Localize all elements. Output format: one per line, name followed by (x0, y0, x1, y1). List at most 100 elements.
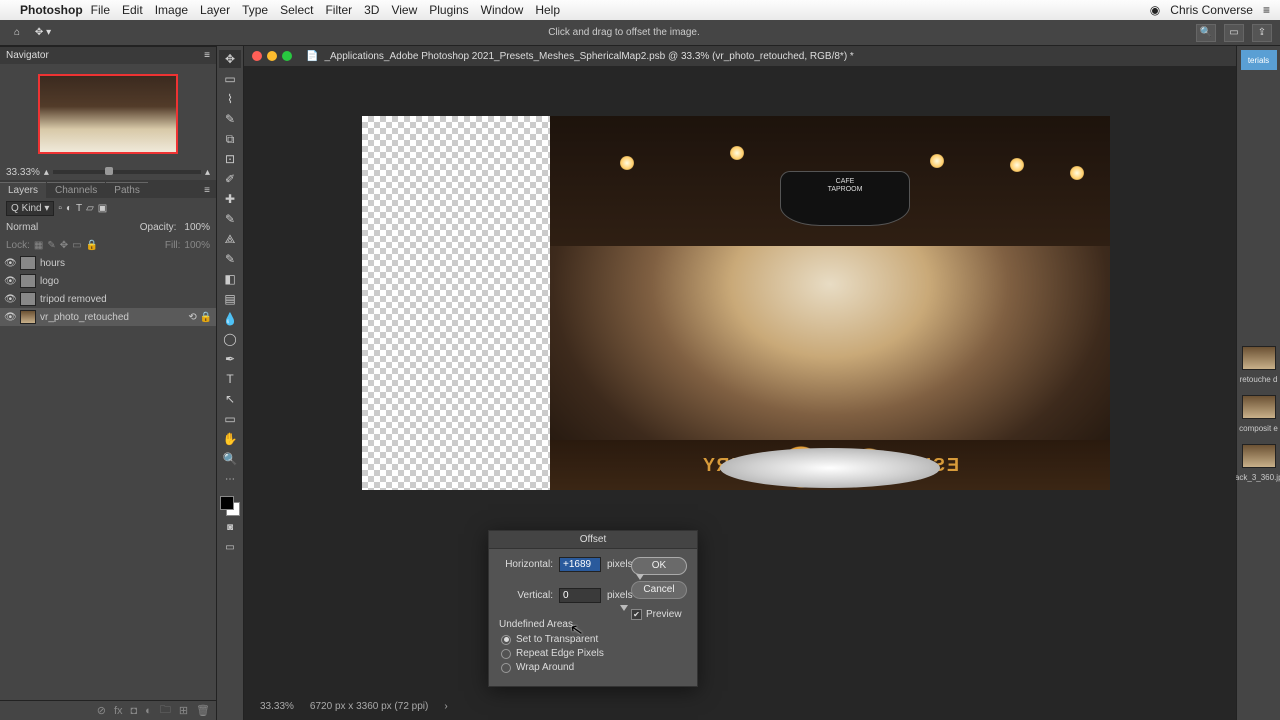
gradient-tool-icon[interactable]: ▤ (219, 290, 241, 308)
blur-tool-icon[interactable]: 💧 (219, 310, 241, 328)
eraser-tool-icon[interactable]: ◧ (219, 270, 241, 288)
vertical-input[interactable] (559, 588, 601, 603)
layer-thumbnail[interactable] (20, 292, 36, 306)
radio-set-transparent[interactable]: Set to Transparent (499, 634, 687, 645)
link-layers-icon[interactable]: ⊘ (97, 704, 106, 717)
tab-layers[interactable]: Layers (0, 182, 46, 198)
layer-name[interactable]: vr_photo_retouched (40, 312, 129, 323)
materials-tab[interactable]: terials (1241, 50, 1277, 70)
dialog-title[interactable]: Offset (489, 531, 697, 549)
layer-filter-kind[interactable]: Q Kind ▾ (6, 201, 54, 216)
layer-thumbnail[interactable] (20, 256, 36, 270)
group-icon[interactable]: 🗀 (160, 701, 171, 720)
dodge-tool-icon[interactable]: ◯ (219, 330, 241, 348)
lock-pos-icon[interactable]: ✥ (60, 240, 68, 251)
mask-icon[interactable]: ◘ (131, 705, 138, 717)
screenmode-icon[interactable]: ▭ (219, 538, 241, 556)
asset-thumbnail[interactable] (1242, 346, 1276, 370)
lasso-tool-icon[interactable]: ⌇ (219, 90, 241, 108)
radio-wrap-around[interactable]: Wrap Around (499, 662, 687, 673)
tab-paths[interactable]: Paths (106, 182, 148, 198)
navigator-zoom[interactable]: 33.33% (6, 167, 40, 178)
stamp-tool-icon[interactable]: ⟁ (219, 230, 241, 248)
maximize-window-icon[interactable] (282, 51, 292, 61)
edit-toolbar-icon[interactable]: ⋯ (219, 470, 241, 488)
radio-icon[interactable] (501, 663, 511, 673)
canvas-content[interactable]: CAFE TAPROOM WERY ESUOH EEFFOC (362, 116, 1110, 490)
horizontal-slider[interactable] (559, 576, 687, 582)
navigator-thumbnail[interactable] (38, 74, 178, 154)
lock-trans-icon[interactable]: ▦ (34, 240, 43, 251)
workspace-icon[interactable]: ▭ (1224, 24, 1244, 42)
layer-row[interactable]: 👁 hours (0, 254, 216, 272)
filter-type-icon[interactable]: T (76, 203, 82, 214)
quick-select-tool-icon[interactable]: ✎ (219, 110, 241, 128)
new-layer-icon[interactable]: ⊞ (179, 704, 188, 717)
color-swatch[interactable] (220, 496, 240, 516)
app-name[interactable]: Photoshop (20, 3, 83, 17)
visibility-icon[interactable]: 👁 (4, 276, 16, 287)
quickmask-icon[interactable]: ◙ (219, 518, 241, 536)
menu-edit[interactable]: Edit (122, 3, 143, 17)
radio-repeat-edge[interactable]: Repeat Edge Pixels (499, 648, 687, 659)
tab-channels[interactable]: Channels (47, 182, 105, 198)
zoom-tool-icon[interactable]: 🔍 (219, 450, 241, 468)
vertical-slider[interactable] (559, 607, 687, 613)
radio-icon[interactable] (501, 635, 511, 645)
crop-tool-icon[interactable]: ⧉ (219, 130, 241, 148)
status-arrow-icon[interactable]: › (444, 701, 447, 712)
asset-thumbnail[interactable] (1242, 395, 1276, 419)
pen-tool-icon[interactable]: ✒ (219, 350, 241, 368)
layer-row[interactable]: 👁 logo (0, 272, 216, 290)
filter-smart-icon[interactable]: ▣ (98, 203, 107, 214)
home-icon[interactable]: ⌂ (8, 27, 26, 38)
ok-button[interactable]: OK (631, 557, 687, 575)
search-icon[interactable]: 🔍 (1196, 24, 1216, 42)
close-window-icon[interactable] (252, 51, 262, 61)
horizontal-input[interactable] (559, 557, 601, 572)
navigator-body[interactable] (0, 64, 216, 164)
panel-menu-icon[interactable]: ≡ (204, 50, 210, 61)
healing-tool-icon[interactable]: ✚ (219, 190, 241, 208)
fill-value[interactable]: 100% (184, 240, 210, 251)
delete-icon[interactable]: 🗑 (196, 704, 210, 717)
visibility-icon[interactable]: 👁 (4, 294, 16, 305)
cc-icon[interactable]: ◉ (1150, 3, 1160, 17)
menu-plugins[interactable]: Plugins (429, 3, 468, 17)
menu-layer[interactable]: Layer (200, 3, 230, 17)
frame-tool-icon[interactable]: ⊡ (219, 150, 241, 168)
move-tool-icon[interactable]: ✥ ▾ (34, 27, 52, 38)
cancel-button[interactable]: Cancel (631, 581, 687, 599)
layer-thumbnail[interactable] (20, 310, 36, 324)
filter-pixel-icon[interactable]: ▫ (58, 203, 62, 214)
layer-row[interactable]: 👁 tripod removed (0, 290, 216, 308)
menu-extra-icon[interactable]: ≡ (1263, 3, 1270, 17)
share-icon[interactable]: ⇪ (1252, 24, 1272, 42)
blend-mode-select[interactable]: Normal (6, 222, 38, 233)
path-select-icon[interactable]: ↖ (219, 390, 241, 408)
layer-name[interactable]: logo (40, 276, 59, 287)
layer-name[interactable]: hours (40, 258, 65, 269)
fx-icon[interactable]: fx (114, 705, 123, 717)
menu-view[interactable]: View (391, 3, 417, 17)
user-name[interactable]: Chris Converse (1170, 3, 1253, 17)
visibility-icon[interactable]: 👁 (4, 312, 16, 323)
menu-window[interactable]: Window (481, 3, 524, 17)
lock-all-icon[interactable]: 🔒 (86, 240, 98, 251)
link-icon[interactable]: ⟲ 🔒 (188, 312, 212, 323)
radio-icon[interactable] (501, 649, 511, 659)
panel-menu-icon[interactable]: ≡ (198, 183, 216, 198)
filter-adjust-icon[interactable]: ◐ (66, 203, 72, 214)
menu-file[interactable]: File (91, 3, 110, 17)
lock-paint-icon[interactable]: ✎ (47, 240, 55, 251)
minimize-window-icon[interactable] (267, 51, 277, 61)
filter-shape-icon[interactable]: ▱ (86, 203, 94, 214)
menu-filter[interactable]: Filter (325, 3, 352, 17)
menu-help[interactable]: Help (535, 3, 560, 17)
layer-row[interactable]: 👁 vr_photo_retouched ⟲ 🔒 (0, 308, 216, 326)
move-tool-icon[interactable]: ✥ (219, 50, 241, 68)
hand-tool-icon[interactable]: ✋ (219, 430, 241, 448)
visibility-icon[interactable]: 👁 (4, 258, 16, 269)
navigator-zoom-slider[interactable] (53, 170, 201, 174)
marquee-tool-icon[interactable]: ▭ (219, 70, 241, 88)
